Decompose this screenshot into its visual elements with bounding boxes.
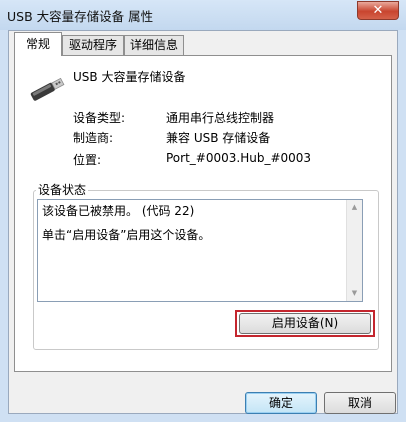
location-label: 位置: [73, 153, 102, 167]
tab-general[interactable]: 常规 [14, 32, 62, 56]
enable-device-button[interactable]: 启用设备(N) [239, 313, 371, 334]
close-button[interactable]: ✕ [357, 1, 399, 20]
tab-details[interactable]: 详细信息 [124, 35, 184, 55]
cancel-button[interactable]: 取消 [324, 392, 396, 414]
device-type-value: 通用串行总线控制器 [166, 111, 275, 125]
status-line-disabled: 该设备已被禁用。 (代码 22) [42, 204, 195, 218]
status-scrollbar[interactable]: ▲ ▼ [346, 200, 362, 301]
manufacturer-label: 制造商: [73, 131, 114, 145]
device-status-textbox[interactable]: 该设备已被禁用。 (代码 22) 单击“启用设备”启用这个设备。 ▲ ▼ [37, 199, 363, 302]
scroll-up-icon[interactable]: ▲ [347, 200, 362, 215]
device-status-label: 设备状态 [36, 181, 89, 198]
ok-button[interactable]: 确定 [245, 392, 317, 414]
general-panel: USB 大容量存储设备 设备类型: 通用串行总线控制器 制造商: 兼容 USB … [14, 55, 392, 372]
status-line-hint: 单击“启用设备”启用这个设备。 [42, 228, 211, 242]
tab-driver[interactable]: 驱动程序 [62, 35, 124, 55]
window-title: USB 大容量存储设备 属性 [7, 9, 154, 24]
close-icon: ✕ [372, 3, 384, 18]
scroll-down-icon[interactable]: ▼ [347, 286, 362, 301]
title-bar: USB 大容量存储设备 属性 ✕ [0, 0, 406, 30]
usb-drive-icon [30, 77, 65, 101]
location-value: Port_#0003.Hub_#0003 [166, 151, 312, 165]
device-name: USB 大容量存储设备 [73, 70, 186, 84]
device-type-label: 设备类型: [73, 111, 126, 125]
manufacturer-value: 兼容 USB 存储设备 [166, 131, 271, 145]
